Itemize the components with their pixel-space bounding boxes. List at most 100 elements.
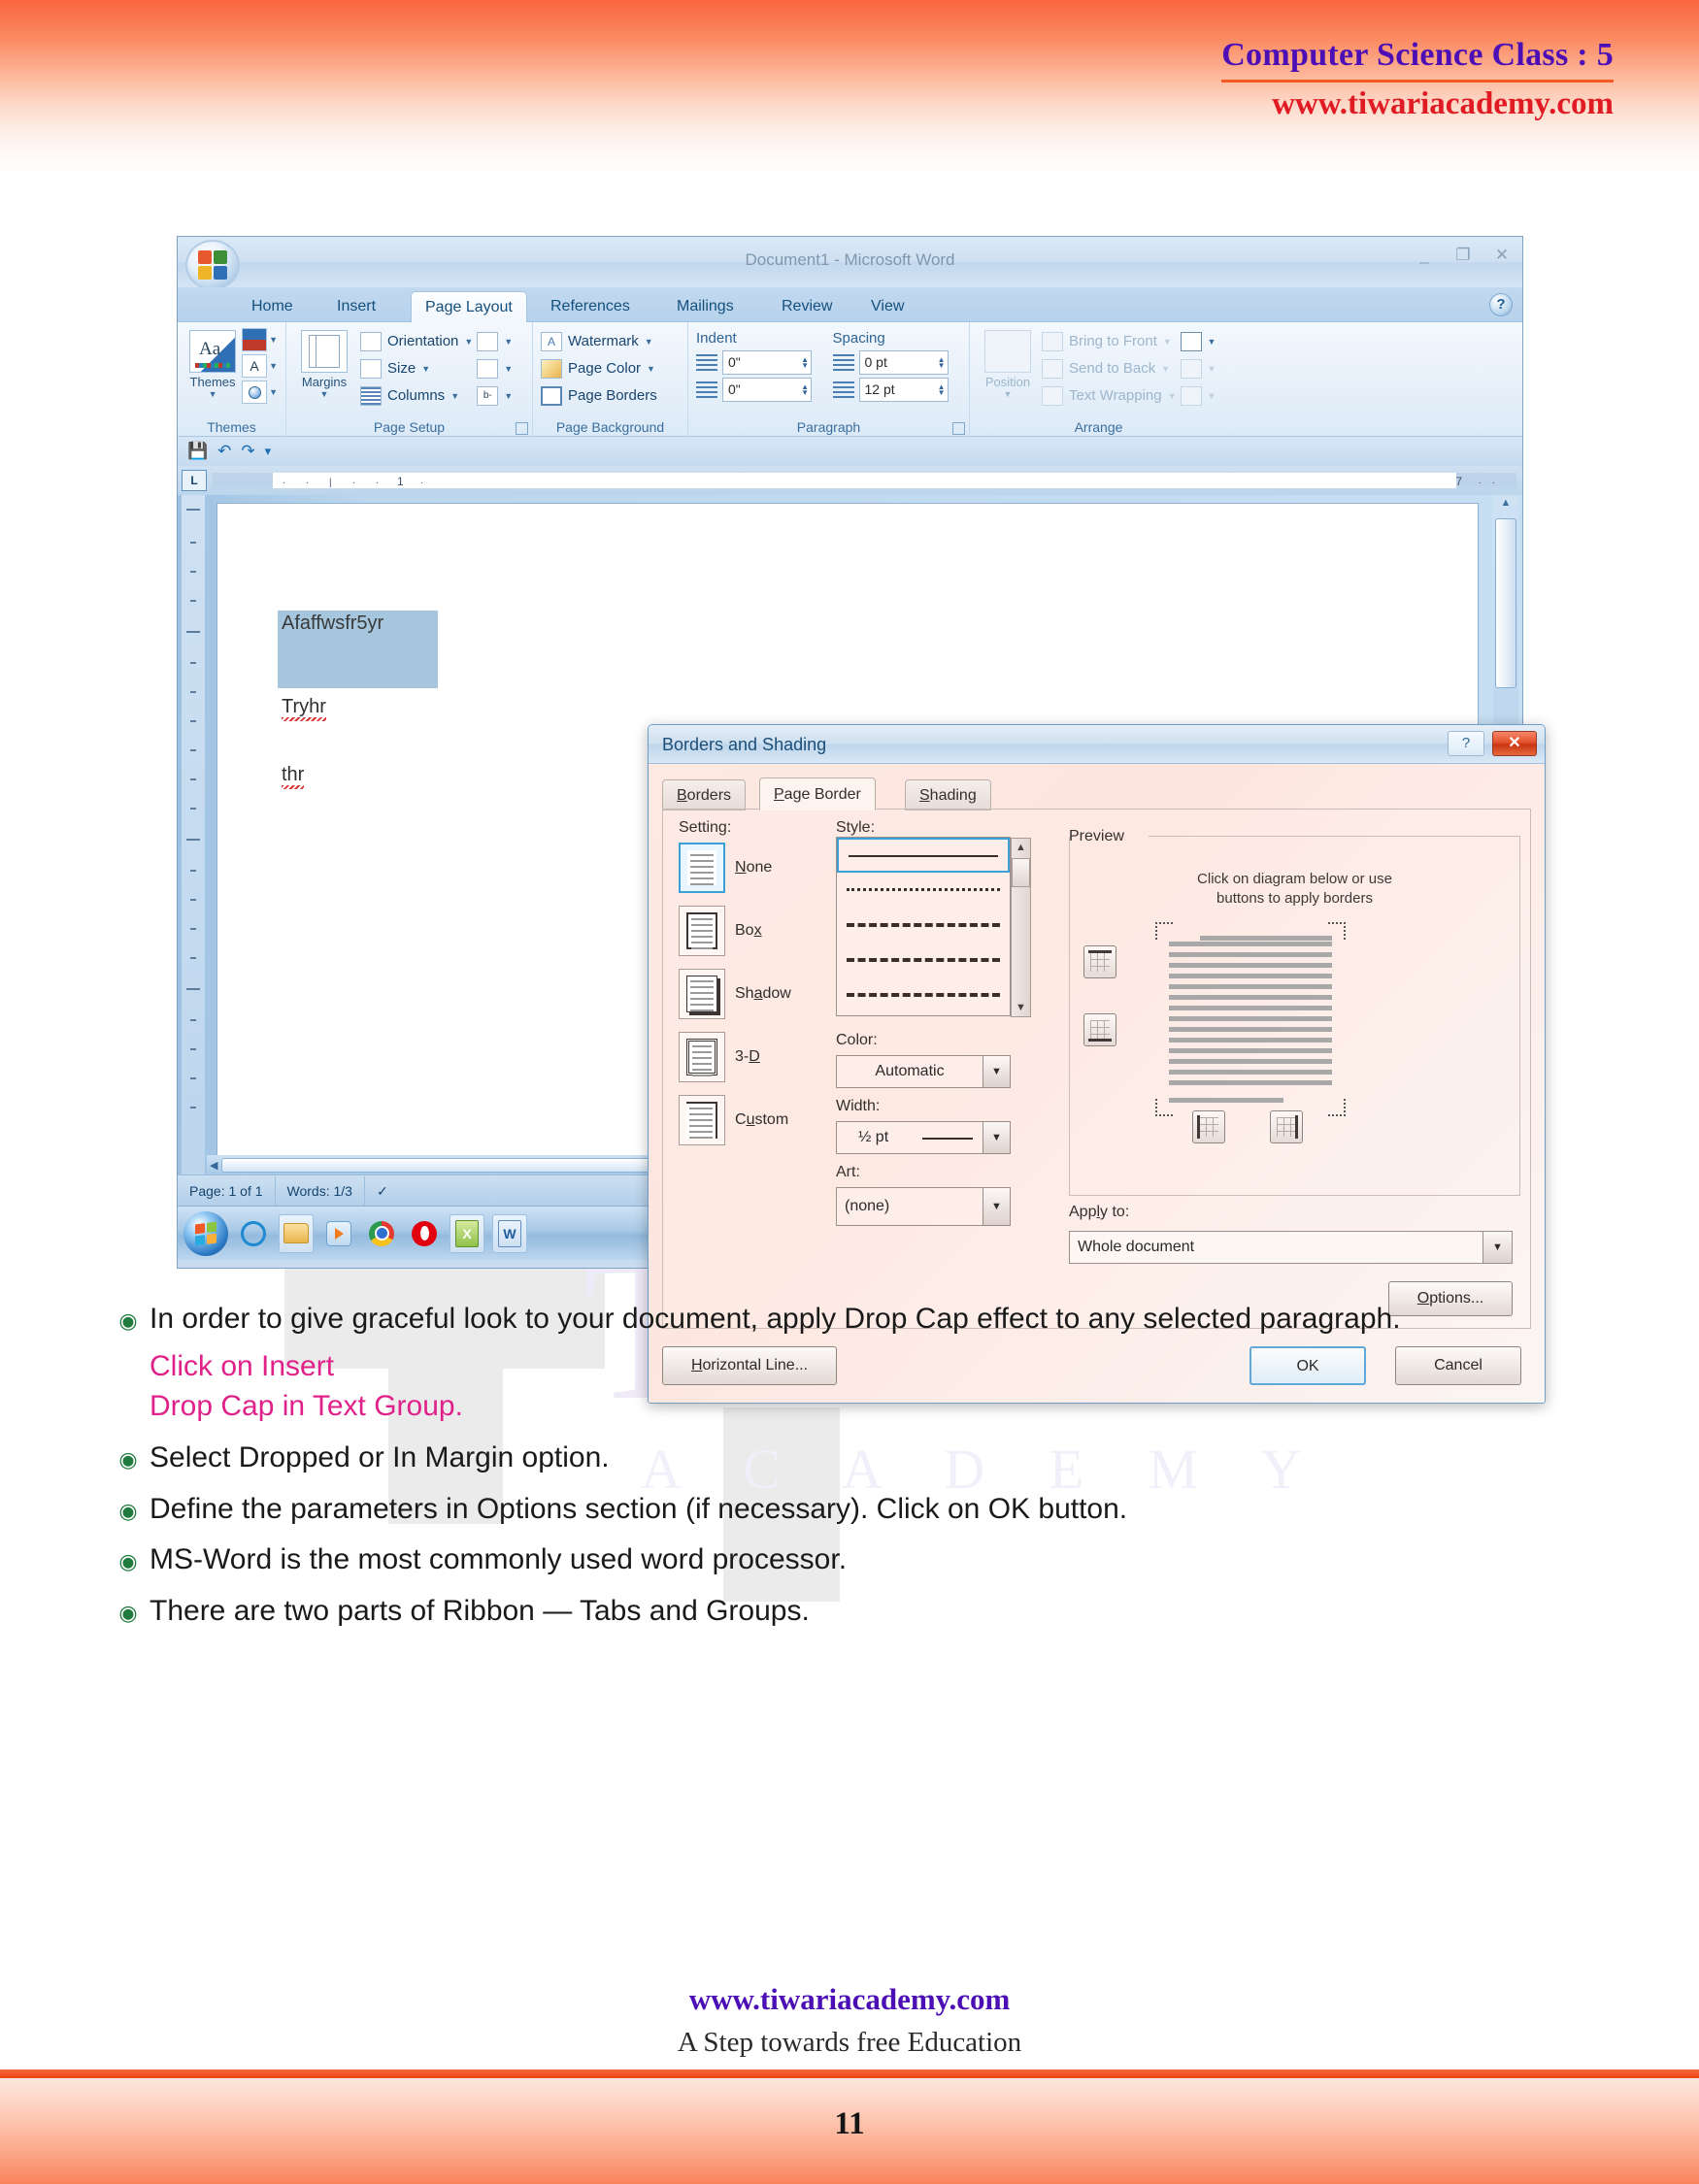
vertical-ruler[interactable] [182,495,205,1175]
hyphenation-button[interactable]: b‑ ▼ [477,382,513,409]
setting-option-none[interactable]: None [679,843,805,893]
art-dropdown-caret[interactable]: ▼ [983,1188,1010,1225]
spacing-before-input[interactable]: 0 pt ▲ ▼ [858,350,949,375]
dialog-help-icon[interactable]: ? [1448,731,1484,756]
style-option-fine-dash[interactable] [837,908,1010,943]
dialog-tab-page-border[interactable]: Page Border [759,778,876,811]
close-icon[interactable]: ✕ [1491,246,1513,265]
apply-to-dropdown[interactable]: Whole document ▼ [1069,1231,1513,1264]
tab-home[interactable]: Home [238,291,307,322]
theme-colors-button[interactable]: ▼ [242,328,278,351]
themes-button[interactable]: Aa Themes ▼ [185,328,240,399]
orientation-button[interactable]: Orientation ▼ [360,328,473,354]
watermark-button[interactable]: A Watermark ▼ [541,328,657,354]
help-icon[interactable]: ? [1489,293,1513,316]
style-scroll-up-icon[interactable]: ▲ [1016,839,1026,856]
spacing-after-stepper[interactable]: ▲ ▼ [938,382,946,396]
send-to-back-button[interactable]: Send to Back ▼ [1042,355,1177,381]
customize-qat-icon[interactable]: ▾ [265,444,272,459]
columns-button[interactable]: Columns ▼ [360,382,473,409]
style-option-long-dash[interactable] [837,977,1010,1012]
width-dropdown[interactable]: ½ pt ▼ [836,1121,1011,1154]
style-option-dotted[interactable] [837,873,1010,908]
spacing-before-stepper[interactable]: ▲ ▼ [938,355,946,369]
status-page-indicator[interactable]: Page: 1 of 1 [178,1175,276,1206]
paragraph-dialog-launcher[interactable] [952,422,965,435]
dialog-close-icon[interactable]: ✕ [1492,731,1537,756]
indent-left-stepper[interactable]: ▲ ▼ [801,355,809,369]
horizontal-ruler[interactable]: · · | · · 1 · 7 · · [213,473,1516,488]
right-border-button[interactable] [1270,1110,1303,1143]
color-dropdown[interactable]: Automatic ▼ [836,1055,1011,1088]
dialog-tab-shading[interactable]: Shading [905,779,991,811]
tab-page-layout[interactable]: Page Layout [411,291,527,322]
page-setup-dialog-launcher[interactable] [516,422,528,435]
setting-option-box[interactable]: Box [679,906,805,956]
margins-dropdown-caret[interactable]: ▼ [294,389,354,399]
tab-references[interactable]: References [537,291,644,322]
style-option-dash[interactable] [837,943,1010,977]
theme-fonts-button[interactable]: A ▼ [242,354,278,378]
minimize-icon[interactable]: _ [1414,246,1435,265]
themes-dropdown-caret[interactable]: ▼ [185,389,240,399]
group-button[interactable]: ▼ [1180,355,1216,381]
tab-insert[interactable]: Insert [323,291,389,322]
redo-icon[interactable]: ↷ [241,442,254,461]
theme-effects-button[interactable]: ▼ [242,381,278,404]
tab-stop-selector-icon[interactable]: L [182,470,207,491]
art-dropdown[interactable]: (none) ▼ [836,1187,1011,1226]
color-dropdown-caret[interactable]: ▼ [983,1056,1010,1087]
undo-icon[interactable]: ↶ [217,442,231,461]
style-scroll-thumb[interactable] [1012,858,1030,887]
top-border-button[interactable] [1083,945,1116,978]
margins-button[interactable]: Margins ▼ [294,328,354,399]
width-dropdown-caret[interactable]: ▼ [983,1122,1010,1153]
indent-right-stepper[interactable]: ▲ ▼ [801,382,809,396]
windows-explorer-icon[interactable] [279,1213,314,1253]
setting-option-custom[interactable]: Custom [679,1095,805,1145]
spacing-after-input[interactable]: 12 pt ▲ ▼ [858,378,949,402]
text-wrapping-button[interactable]: Text Wrapping ▼ [1042,382,1177,409]
size-button[interactable]: Size ▼ [360,355,473,381]
rotate-button[interactable]: ▼ [1180,382,1216,409]
preview-diagram[interactable] [1153,922,1348,1116]
scroll-up-icon[interactable]: ▲ [1495,497,1516,516]
indent-right-input[interactable]: 0" ▲ ▼ [722,378,812,402]
page-borders-button[interactable]: Page Borders [541,382,657,409]
position-button-label: Position [984,375,1031,389]
opera-icon[interactable] [407,1214,442,1253]
bring-to-front-button[interactable]: Bring to Front ▼ [1042,328,1177,354]
style-list-scrollbar[interactable]: ▲ ▼ [1011,838,1031,1017]
page-color-button[interactable]: Page Color ▼ [541,355,657,381]
left-border-button[interactable] [1192,1110,1225,1143]
status-word-count[interactable]: Words: 1/3 [276,1175,365,1206]
microsoft-excel-icon[interactable]: X [450,1213,484,1253]
vertical-scroll-thumb[interactable] [1495,518,1516,688]
internet-explorer-icon[interactable] [236,1214,271,1253]
indent-left-input[interactable]: 0" ▲ ▼ [722,350,812,375]
restore-icon[interactable]: ❐ [1452,246,1474,265]
breaks-button[interactable]: ▼ [477,328,513,354]
microsoft-word-icon[interactable]: W [492,1213,527,1253]
line-numbers-button[interactable]: ▼ [477,355,513,381]
setting-option-3d[interactable]: 3-D [679,1032,805,1082]
align-button[interactable]: ▼ [1180,328,1216,354]
google-chrome-icon[interactable] [364,1214,399,1253]
style-list-box[interactable]: ▲ ▼ [836,837,1031,1017]
bottom-border-button[interactable] [1083,1013,1116,1046]
tab-review[interactable]: Review [768,291,846,322]
setting-option-shadow[interactable]: Shadow [679,969,805,1019]
tab-view[interactable]: View [857,291,917,322]
start-button-icon[interactable] [183,1210,228,1256]
position-button[interactable]: Position ▼ [978,328,1038,399]
apply-to-caret[interactable]: ▼ [1482,1232,1512,1263]
style-option-solid[interactable] [837,838,1010,873]
position-dropdown-caret[interactable]: ▼ [978,389,1038,399]
tab-mailings[interactable]: Mailings [663,291,748,322]
dialog-tab-borders[interactable]: BBordersorders [662,779,747,811]
save-icon[interactable]: 💾 [187,442,208,461]
proofing-status-icon[interactable]: ✓ [365,1176,400,1206]
style-scroll-down-icon[interactable]: ▼ [1016,999,1026,1016]
windows-media-player-icon[interactable] [321,1214,356,1253]
scroll-left-icon[interactable]: ◀ [210,1159,217,1172]
